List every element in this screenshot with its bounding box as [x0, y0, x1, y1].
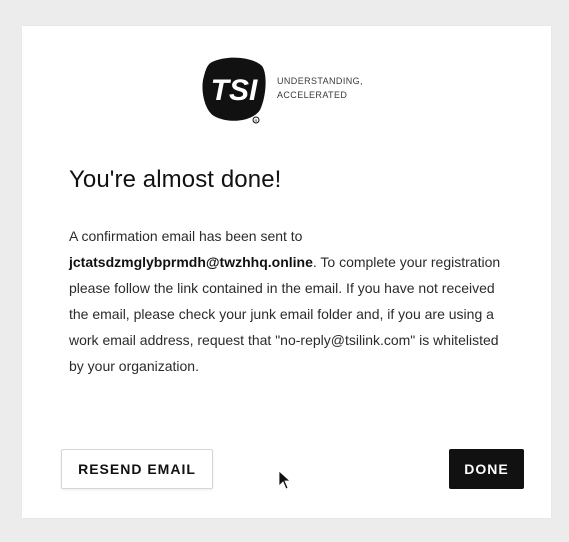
dialog-message: A confirmation email has been sent to jct…	[69, 223, 509, 379]
recipient-email: jctatsdzmglybprmdh@twzhhq.online	[69, 254, 313, 270]
svg-text:R: R	[255, 118, 258, 123]
confirmation-dialog: TSI R UNDERSTANDING, ACCELERATED You're …	[22, 26, 551, 518]
resend-email-button[interactable]: RESEND EMAIL	[61, 449, 213, 489]
done-button[interactable]: DONE	[449, 449, 524, 489]
message-intro: A confirmation email has been sent to	[69, 228, 303, 244]
brand-header: TSI R UNDERSTANDING, ACCELERATED	[198, 54, 418, 126]
dialog-title: You're almost done!	[69, 166, 282, 193]
brand-tagline: UNDERSTANDING, ACCELERATED	[277, 74, 363, 102]
message-instructions: . To complete your registration please f…	[69, 254, 501, 374]
mouse-pointer-icon	[278, 470, 292, 490]
tagline-line-2: ACCELERATED	[277, 90, 348, 100]
tsi-logo-icon: TSI R	[202, 57, 266, 124]
tagline-line-1: UNDERSTANDING,	[277, 76, 363, 86]
svg-text:TSI: TSI	[211, 74, 258, 107]
